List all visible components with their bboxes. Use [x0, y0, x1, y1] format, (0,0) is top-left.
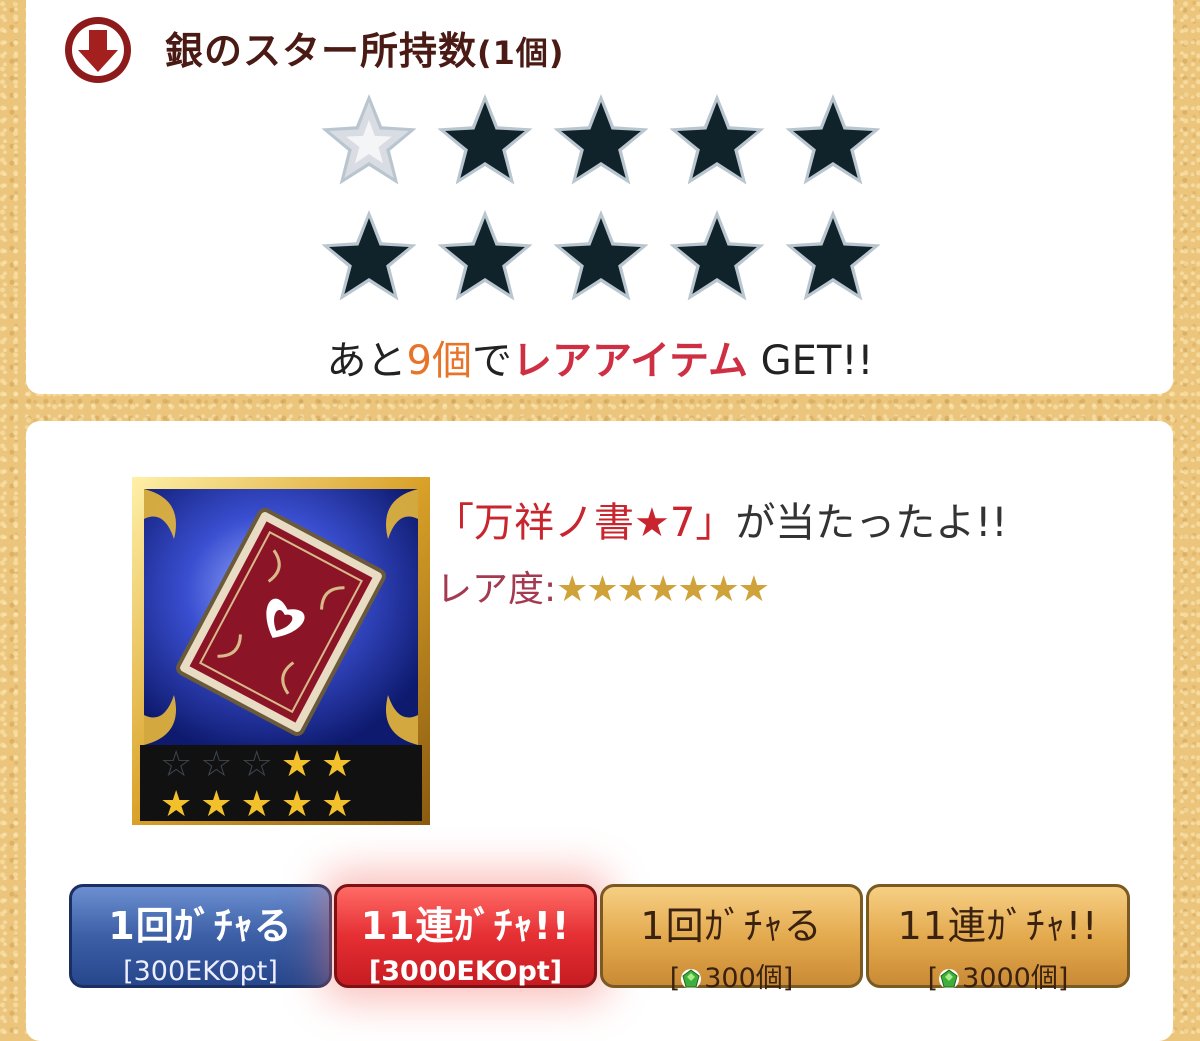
gem-icon: [681, 969, 702, 989]
result-message: 「万祥ノ書★7」が当たったよ!!: [434, 490, 1007, 548]
silver-star-empty: [437, 210, 533, 301]
silver-star-count-title: 銀のスター所持数(1個): [165, 20, 565, 75]
card-star: ☆: [240, 744, 281, 785]
button-label: 1回ｶﾞﾁｬる: [640, 904, 823, 948]
card-star: ☆: [160, 744, 201, 785]
silver-star-empty: [785, 94, 881, 185]
close-bracket: 」: [695, 500, 736, 546]
progress-prefix: あと: [326, 338, 407, 384]
title-text: 銀のスター所持数: [165, 29, 478, 73]
button-cost-line: [300個]: [603, 956, 860, 995]
rarity-label: レア度:: [436, 569, 557, 610]
rarity-stars: ★★★★★★★: [556, 569, 770, 610]
card-star: ★: [321, 784, 362, 825]
rarity-line: レア度:★★★★★★★: [436, 560, 770, 612]
silver-star-empty: [669, 94, 765, 185]
eleven-gacha-gem-button[interactable]: 11連ｶﾞﾁｬ!! [3000個]: [866, 884, 1130, 994]
silver-star-empty: [785, 210, 881, 301]
silver-star-empty: [437, 94, 533, 185]
eleven-gacha-ekopt-button[interactable]: 11連ｶﾞﾁｬ!! [3000EKOpt]: [334, 884, 597, 988]
gem-icon: [939, 969, 960, 989]
down-arrow-icon: [62, 14, 134, 86]
card-stars-top: ☆☆☆★★: [160, 745, 420, 785]
card-star: ★: [240, 784, 281, 825]
silver-star-empty: [553, 94, 649, 185]
remaining-count: 9個: [406, 338, 472, 384]
star-count: (1個): [477, 34, 565, 72]
silver-star-empty: [553, 210, 649, 301]
open-bracket: 「: [434, 500, 474, 546]
button-cost: 300個]: [704, 963, 794, 994]
silver-star-row-2: [315, 204, 887, 310]
card-star: ★: [280, 784, 322, 825]
card-stars-bottom: ★★★★★: [160, 785, 420, 825]
cost-bracket: [: [669, 963, 681, 994]
single-gacha-ekopt-button[interactable]: 1回ｶﾞﾁｬる [300EKOpt]: [69, 884, 332, 988]
silver-star-empty: [669, 210, 765, 301]
cost-bracket: [: [927, 963, 939, 994]
single-gacha-gem-button[interactable]: 1回ｶﾞﾁｬる [300個]: [600, 884, 863, 994]
progress-message: あと9個でレアアイテム GET!!: [0, 328, 1200, 386]
rare-item-label: レアアイテム: [511, 338, 748, 384]
card-star: ☆: [200, 744, 241, 785]
item-name: 万祥ノ書★7: [474, 500, 696, 546]
card-rarity-stars: ☆☆☆★★ ★★★★★: [160, 745, 420, 825]
button-cost: [3000EKOpt]: [368, 956, 563, 987]
card-star: ★: [321, 744, 362, 785]
button-label: 11連ｶﾞﾁｬ!!: [360, 904, 571, 948]
silver-star-empty: [321, 210, 417, 301]
button-label: 1回ｶﾞﾁｬる: [108, 904, 293, 948]
button-cost: [300EKOpt]: [123, 956, 278, 987]
card-star: ★: [280, 744, 322, 785]
card-star: ★: [160, 784, 201, 825]
result-text: が当たったよ!!: [735, 500, 1008, 546]
button-cost: 3000個]: [962, 963, 1069, 994]
button-cost-line: [3000個]: [869, 956, 1127, 995]
progress-suffix: GET!!: [747, 338, 874, 384]
card-star: ★: [200, 784, 241, 825]
silver-star-collected: [321, 94, 417, 185]
progress-middle: で: [471, 338, 512, 384]
silver-star-row-1: [315, 88, 887, 194]
button-label: 11連ｶﾞﾁｬ!!: [897, 904, 1099, 948]
